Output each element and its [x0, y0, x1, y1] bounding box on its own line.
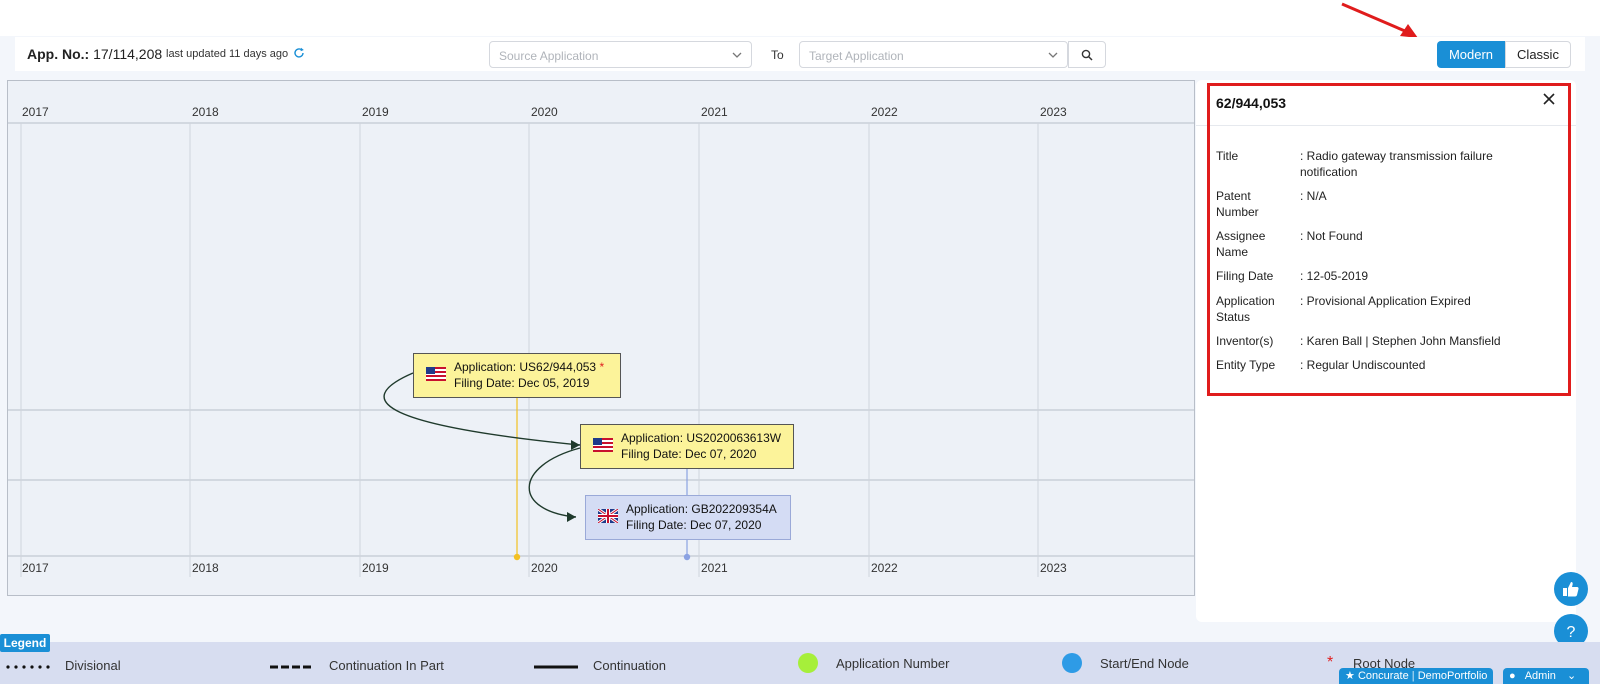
- app-number-value: 17/114,208: [93, 46, 163, 62]
- year-label-bottom: 2023: [1040, 561, 1067, 575]
- star-icon: ★: [1345, 670, 1355, 682]
- root-node-marker-sample: *: [1327, 654, 1334, 671]
- brand-name: Concurate: [1357, 670, 1409, 682]
- legend-tag: Legend: [0, 634, 50, 652]
- cip-line-sample: [270, 665, 314, 669]
- user-menu[interactable]: ● Admin ⌄: [1503, 668, 1589, 684]
- svg-text:?: ?: [1567, 624, 1576, 640]
- divisional-line-sample: [6, 665, 50, 669]
- chevron-down-icon: [732, 52, 742, 58]
- legend-continuation: Continuation: [593, 658, 666, 673]
- us-flag-icon: [593, 438, 613, 452]
- year-label-top: 2022: [871, 105, 898, 119]
- application-node[interactable]: Application: GB202209354A Filing Date: D…: [585, 495, 791, 540]
- legend-start-end-node: Start/End Node: [1100, 656, 1189, 671]
- year-label-bottom: 2022: [871, 561, 898, 575]
- node-filing-date: Filing Date: Dec 07, 2020: [626, 518, 762, 532]
- help-icon: ?: [1567, 624, 1576, 640]
- gb-flag-icon: [598, 509, 618, 523]
- modern-view-button[interactable]: Modern: [1437, 41, 1505, 68]
- continuation-line-sample: [534, 665, 578, 669]
- legend-continuation-in-part: Continuation In Part: [329, 658, 444, 673]
- root-node-marker: *: [599, 360, 605, 374]
- legend-divisional: Divisional: [65, 658, 121, 673]
- year-label-bottom: 2018: [192, 561, 219, 575]
- target-application-placeholder: Target Application: [809, 49, 904, 63]
- node-application: Application: US2020063613W: [621, 431, 782, 445]
- year-label-bottom: 2020: [531, 561, 558, 575]
- year-label-top: 2023: [1040, 105, 1067, 119]
- toolbar: App. No.: 17/114,208 last updated 11 day…: [15, 37, 1585, 71]
- chevron-down-icon: ⌄: [1566, 670, 1577, 682]
- node-filing-date: Filing Date: Dec 05, 2019: [454, 376, 590, 390]
- year-label-top: 2019: [362, 105, 389, 119]
- year-label-top: 2018: [192, 105, 219, 119]
- us-flag-icon: [426, 367, 446, 381]
- source-application-select[interactable]: Source Application: [489, 41, 752, 68]
- source-application-placeholder: Source Application: [499, 49, 599, 63]
- node-text: Application: US2020063613W Filing Date: …: [621, 430, 781, 462]
- last-updated-text: last updated 11 days ago: [166, 48, 289, 60]
- node-text: Application: GB202209354A Filing Date: D…: [626, 501, 777, 533]
- app-number: App. No.: 17/114,208: [27, 46, 162, 62]
- year-label-top: 2017: [22, 105, 49, 119]
- search-button[interactable]: [1068, 41, 1106, 68]
- feedback-button[interactable]: [1554, 572, 1588, 606]
- app-number-label: App. No.:: [27, 46, 90, 62]
- highlight-box: [1207, 83, 1571, 396]
- application-number-dot: [798, 653, 818, 673]
- user-name: Admin: [1524, 670, 1556, 682]
- start-end-node-dot: [1062, 653, 1082, 673]
- continuation-edge: [528, 447, 581, 518]
- node-application: Application: GB202209354A: [626, 502, 777, 516]
- start-end-node: [513, 553, 521, 561]
- status-dot-icon: ●: [1509, 670, 1516, 682]
- chevron-down-icon: [1048, 52, 1058, 58]
- family-timeline: 2017 2018 2019 2020 2021 2022 2023 2017 …: [7, 80, 1195, 596]
- application-node[interactable]: Application: US2020063613W Filing Date: …: [580, 424, 794, 469]
- legend-application-number: Application Number: [836, 656, 950, 671]
- classic-view-button[interactable]: Classic: [1505, 41, 1571, 68]
- year-label-top: 2020: [531, 105, 558, 119]
- search-icon: [1081, 49, 1093, 61]
- refresh-icon[interactable]: [293, 47, 305, 59]
- start-end-node: [683, 553, 691, 561]
- application-node[interactable]: Application: US62/944,053 * Filing Date:…: [413, 353, 621, 398]
- node-application: Application: US62/944,053: [454, 360, 597, 374]
- target-application-select[interactable]: Target Application: [799, 41, 1068, 68]
- year-label-bottom: 2019: [362, 561, 389, 575]
- to-label: To: [771, 48, 784, 62]
- arrowhead: [567, 512, 576, 522]
- portfolio-name: DemoPortfolio: [1417, 670, 1488, 682]
- year-label-bottom: 2017: [22, 561, 49, 575]
- year-label-bottom: 2021: [701, 561, 728, 575]
- portfolio-badge[interactable]: ★ Concurate | DemoPortfolio: [1339, 668, 1494, 684]
- year-label-top: 2021: [701, 105, 728, 119]
- node-text: Application: US62/944,053 * Filing Date:…: [454, 359, 604, 391]
- thumbs-up-icon: [1563, 582, 1579, 597]
- node-filing-date: Filing Date: Dec 07, 2020: [621, 447, 757, 461]
